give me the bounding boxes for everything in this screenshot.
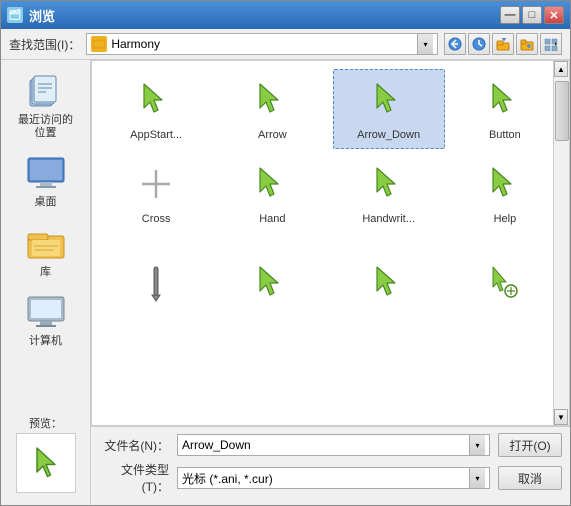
file-item-help[interactable]: Help — [449, 153, 561, 233]
filename-value: Arrow_Down — [182, 438, 469, 452]
scrollbar-thumb[interactable] — [555, 81, 569, 141]
file-item-arrow[interactable]: Arrow — [216, 69, 328, 149]
cross-icon — [132, 160, 180, 208]
sidebar-item-library[interactable]: 库 — [6, 220, 86, 283]
sidebar-item-preview: 预览： — [6, 414, 86, 497]
close-button[interactable]: ✕ — [544, 6, 564, 24]
file-item-handwriting[interactable]: Handwrit... — [333, 153, 445, 233]
file-item-appstart[interactable]: AppStart... — [100, 69, 212, 149]
content-area: AppStart... Arrow — [91, 60, 570, 505]
computer-icon — [26, 293, 66, 333]
filetype-label: 文件类型(T)： — [99, 461, 169, 495]
window-icon: 🗂 — [7, 7, 23, 23]
filetype-value: 光标 (*.ani, *.cur) — [182, 470, 469, 487]
file-item-11[interactable] — [333, 238, 445, 318]
filetype-combo-arrow[interactable]: ▾ — [469, 468, 485, 488]
toolbar: 查找范围(I)： Harmony ▾ — [1, 29, 570, 60]
minimize-button[interactable]: — — [500, 6, 520, 24]
hand-icon — [248, 160, 296, 208]
combo-arrow-icon[interactable]: ▾ — [417, 34, 433, 54]
file-item-button[interactable]: Button — [449, 69, 561, 149]
maximize-button[interactable]: □ — [522, 6, 542, 24]
main-area: 最近访问的 位置 桌面 — [1, 60, 570, 505]
sidebar-computer-label: 计算机 — [29, 335, 62, 348]
search-scope-label: 查找范围(I)： — [9, 36, 80, 53]
view-menu-button[interactable] — [540, 33, 562, 55]
appstart-label: AppStart... — [130, 128, 182, 142]
library-icon — [26, 224, 66, 264]
file-grid-container: AppStart... Arrow — [91, 60, 570, 426]
sidebar: 最近访问的 位置 桌面 — [1, 60, 91, 505]
file-item-12[interactable] — [449, 238, 561, 318]
sidebar-recent-label: 最近访问的 位置 — [18, 114, 73, 140]
arrow-icon — [248, 76, 296, 124]
button-cursor-icon — [481, 76, 529, 124]
window-title: 浏览 — [29, 6, 500, 25]
cursor-10-icon — [248, 259, 296, 307]
cursor-11-icon — [365, 259, 413, 307]
back-button[interactable] — [444, 33, 466, 55]
desktop-icon — [26, 154, 66, 194]
hand-label: Hand — [259, 212, 285, 226]
filename-combo[interactable]: Arrow_Down ▾ — [177, 434, 490, 456]
pencil-icon — [132, 259, 180, 307]
cancel-button[interactable]: 取消 — [498, 466, 562, 490]
handwriting-icon — [365, 160, 413, 208]
sidebar-library-label: 库 — [40, 266, 51, 279]
cursor-small-icon — [481, 259, 529, 307]
preview-section-label: 预览： — [29, 418, 62, 431]
cross-label: Cross — [142, 212, 171, 226]
recent-icon — [26, 72, 66, 112]
title-bar-buttons: — □ ✕ — [500, 6, 564, 24]
sidebar-item-computer[interactable]: 计算机 — [6, 289, 86, 352]
bottom-controls: 文件名(N)： Arrow_Down ▾ 打开(O) 文件类型(T)： 光标 (… — [91, 426, 570, 505]
file-grid: AppStart... Arrow — [92, 61, 569, 326]
filename-combo-arrow[interactable]: ▾ — [469, 435, 485, 455]
sidebar-item-recent[interactable]: 最近访问的 位置 — [6, 68, 86, 144]
up-folder-button[interactable] — [492, 33, 514, 55]
new-folder-button[interactable] — [516, 33, 538, 55]
handwriting-label: Handwrit... — [362, 212, 415, 226]
filename-label: 文件名(N)： — [99, 437, 169, 454]
sidebar-desktop-label: 桌面 — [35, 196, 57, 209]
filetype-row: 文件类型(T)： 光标 (*.ani, *.cur) ▾ 取消 — [99, 461, 562, 495]
help-icon — [481, 160, 529, 208]
folder-icon — [91, 36, 107, 52]
scrollbar-up-btn[interactable]: ▲ — [554, 61, 568, 77]
folder-combo[interactable]: Harmony ▾ — [86, 33, 438, 55]
arrow-label: Arrow — [258, 128, 287, 142]
scrollbar-down-btn[interactable]: ▼ — [554, 409, 568, 425]
arrow-down-icon — [365, 76, 413, 124]
file-item-9[interactable] — [100, 238, 212, 318]
title-bar: 🗂 浏览 — □ ✕ — [1, 1, 570, 29]
recent-locations-button[interactable] — [468, 33, 490, 55]
appstart-icon — [132, 76, 180, 124]
folder-name: Harmony — [111, 37, 413, 51]
file-item-arrow-down[interactable]: Arrow_Down — [333, 69, 445, 149]
file-item-cross[interactable]: Cross — [100, 153, 212, 233]
preview-cursor-icon — [30, 445, 62, 481]
browse-window: 🗂 浏览 — □ ✕ 查找范围(I)： Harmony ▾ — [0, 0, 571, 506]
filetype-combo[interactable]: 光标 (*.ani, *.cur) ▾ — [177, 467, 490, 489]
filename-row: 文件名(N)： Arrow_Down ▾ 打开(O) — [99, 433, 562, 457]
toolbar-action-buttons — [444, 33, 562, 55]
sidebar-item-desktop[interactable]: 桌面 — [6, 150, 86, 213]
scrollbar[interactable]: ▲ ▼ — [553, 61, 569, 425]
preview-box — [16, 433, 76, 493]
help-label: Help — [494, 212, 517, 226]
open-button[interactable]: 打开(O) — [498, 433, 562, 457]
file-item-hand[interactable]: Hand — [216, 153, 328, 233]
file-item-10[interactable] — [216, 238, 328, 318]
button-label: Button — [489, 128, 521, 142]
arrow-down-label: Arrow_Down — [357, 128, 420, 142]
